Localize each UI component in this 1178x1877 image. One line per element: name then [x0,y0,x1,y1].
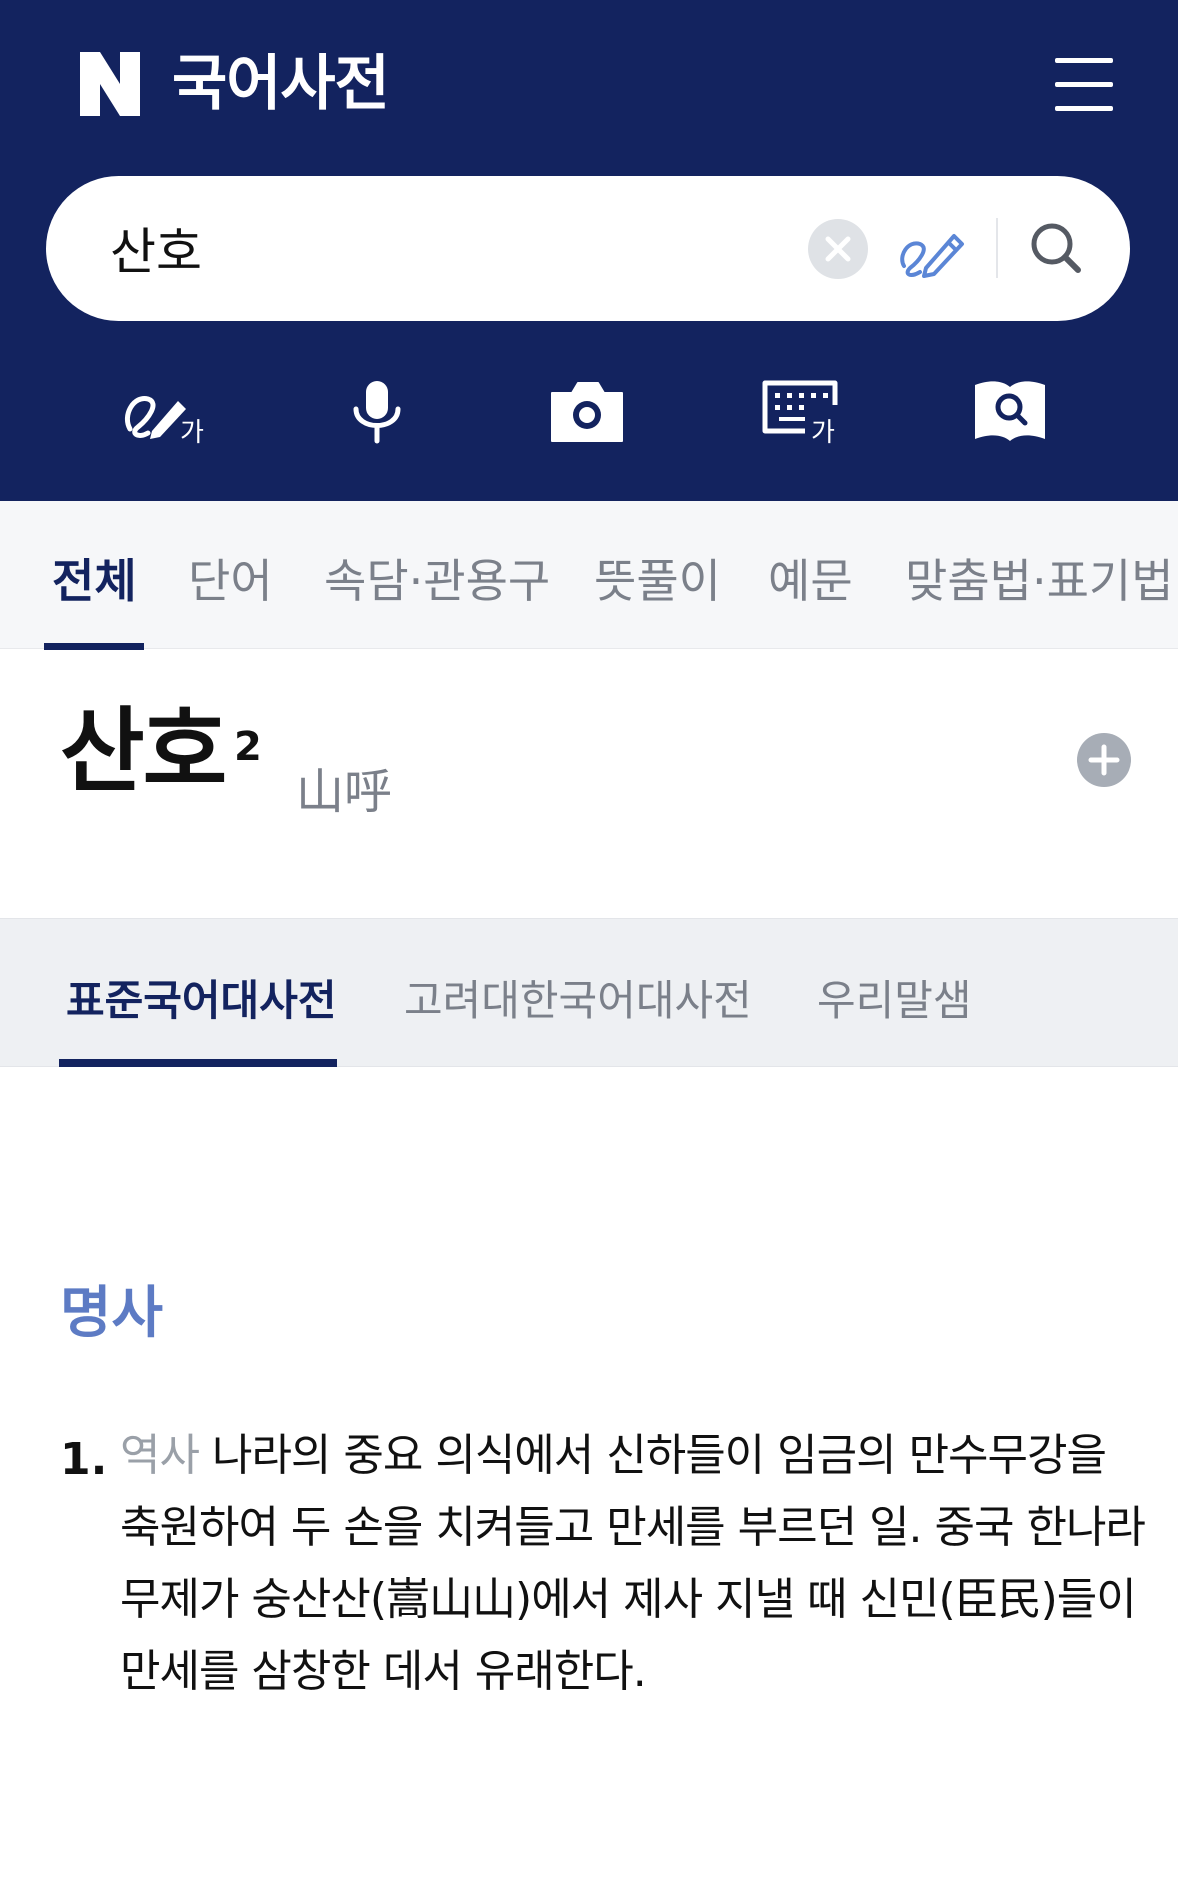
tab-proverb-idiom[interactable]: 속담·관용구 [324,545,550,611]
tab-example[interactable]: 예문 [768,545,853,611]
tab-all[interactable]: 전체 [52,545,137,611]
definition-field-label: 역사 [120,1430,200,1481]
search-icon[interactable] [1022,214,1092,284]
definition-text: 역사 나라의 중요 의식에서 신하들이 임금의 만수무강을 축원하여 두 손을 … [120,1420,1150,1708]
svg-text:가: 가 [180,418,204,445]
keyboard-ga-icon[interactable]: 가 [755,375,845,448]
category-tabs: 전체 단어 속담·관용구 뜻풀이 예문 맞춤법·표기법 [0,501,1178,650]
input-tool-row: 가 가 [0,375,1178,448]
naver-logo-icon [80,52,140,116]
entry-word: 산호 [60,698,227,805]
search-divider [996,218,998,278]
tab-word[interactable]: 단어 [188,545,273,611]
tab-spelling[interactable]: 맞춤법·표기법 [905,545,1174,611]
active-dict-tab-indicator [59,1059,337,1067]
entry-homonym-number: 2 [234,724,262,770]
tab-urimalsaem[interactable]: 우리말샘 [817,967,972,1028]
app-title: 국어사전 [172,49,390,119]
part-of-speech: 명사 [60,1281,164,1346]
camera-icon[interactable] [542,375,632,445]
definition-body: 나라의 중요 의식에서 신하들이 임금의 만수무강을 축원하여 두 손을 치켜들… [120,1430,1146,1697]
tab-korea-univ-dictionary[interactable]: 고려대한국어대사전 [404,967,752,1028]
active-tab-indicator [44,643,144,650]
search-bar [46,176,1130,321]
entry-header: 산호 2 山呼 [0,650,1178,918]
svg-text:가: 가 [811,418,835,445]
search-input[interactable] [108,208,788,288]
handwriting-ga-icon[interactable]: 가 [120,375,210,448]
plus-icon[interactable] [1077,733,1131,787]
tab-meaning[interactable]: 뜻풀이 [594,545,721,611]
logo[interactable]: 국어사전 [78,49,390,119]
dictionary-tabs: 표준국어대사전 고려대한국어대사전 우리말샘 [0,918,1178,1067]
app-header: 국어사전 산호 가 가 [0,0,1178,501]
clear-icon[interactable] [808,219,868,279]
definition-number: 1. [60,1434,108,1485]
microphone-icon[interactable] [331,375,421,445]
entry-hanja: 山呼 [296,764,393,820]
handwriting-icon[interactable] [896,216,968,282]
book-search-icon[interactable] [965,375,1055,445]
tab-standard-dictionary[interactable]: 표준국어대사전 [66,967,336,1028]
hamburger-menu-icon[interactable] [1055,58,1113,112]
